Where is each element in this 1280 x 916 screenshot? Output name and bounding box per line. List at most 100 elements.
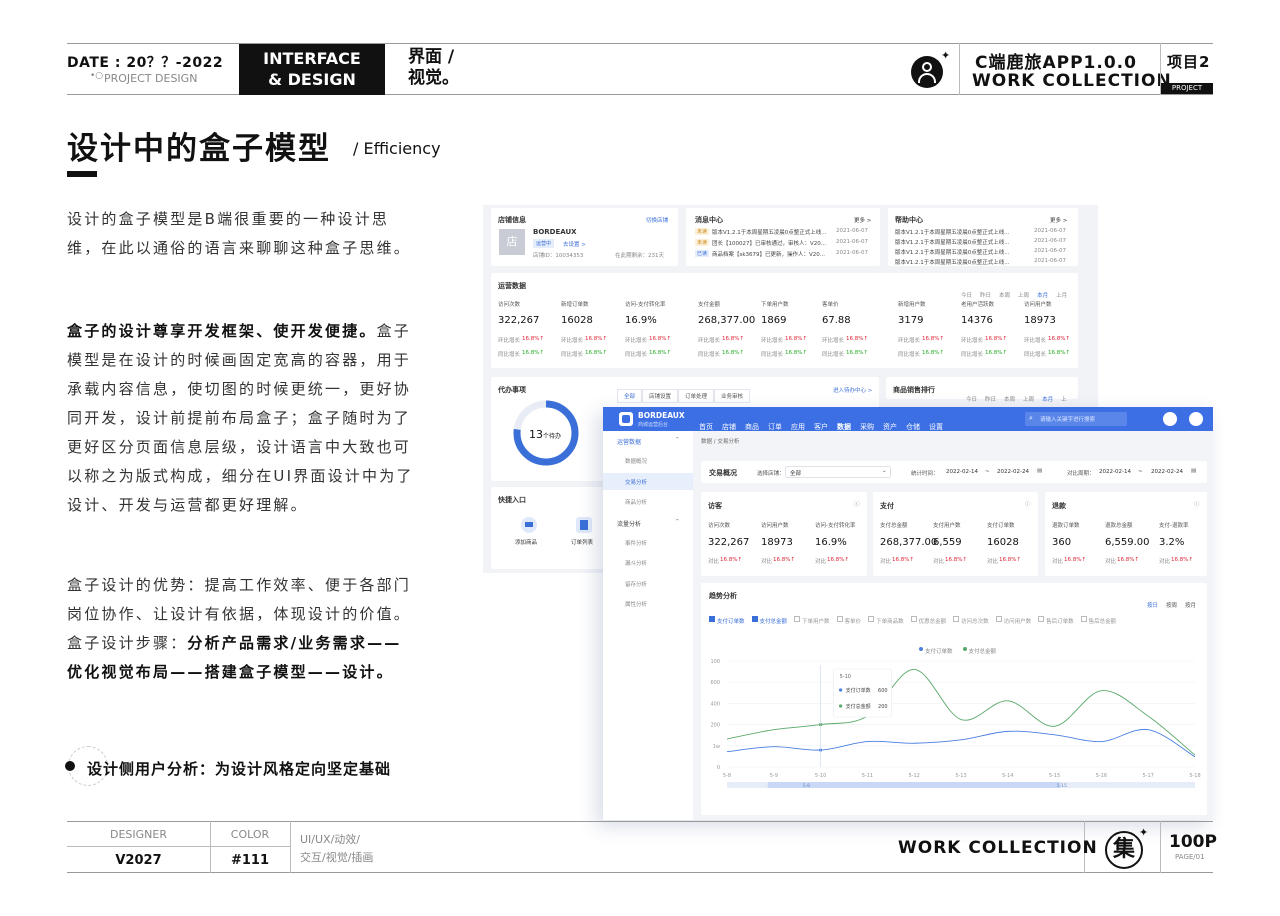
period-tab[interactable]: 本月 bbox=[1042, 397, 1053, 403]
quick-order-list[interactable]: 订单列表 bbox=[571, 538, 593, 546]
shop-select[interactable]: 全部 ⌄ bbox=[785, 466, 891, 478]
trend-period-tab[interactable]: 按日 bbox=[1147, 603, 1158, 609]
nav-item[interactable]: 客户 bbox=[814, 423, 828, 431]
todo-tab[interactable]: 订单处理 bbox=[678, 389, 715, 403]
checkbox-icon[interactable] bbox=[868, 615, 875, 622]
metric-checkbox[interactable]: 支付总金额 bbox=[751, 608, 787, 627]
help-more-link[interactable]: 更多 > bbox=[1050, 216, 1067, 224]
metric-checkbox[interactable]: 下单用户数 bbox=[794, 608, 830, 627]
calendar-icon[interactable]: ▤ bbox=[1037, 468, 1042, 474]
checkbox-icon[interactable] bbox=[910, 615, 917, 622]
nav-item[interactable]: 商品 bbox=[745, 423, 759, 431]
compare-date-from[interactable]: 2022-02-14 bbox=[1099, 469, 1131, 475]
nav-item[interactable]: 店铺 bbox=[722, 423, 736, 431]
help-text[interactable]: 版本V1.2.1于本周星期五凌晨0点整正式上线... bbox=[895, 228, 1010, 236]
metric-compare-pct: 16.8%↑ bbox=[1117, 557, 1140, 563]
metric-checkbox[interactable]: 访问用户数 bbox=[995, 608, 1031, 627]
checkbox-icon[interactable] bbox=[953, 615, 960, 622]
metric-checkbox[interactable]: 支付订单数 bbox=[709, 608, 745, 627]
message-text[interactable]: 团长【100027】已审核通过，审核人：V20... bbox=[712, 239, 826, 247]
side-group-title[interactable]: 运营数据 bbox=[617, 437, 641, 446]
help-text[interactable]: 版本V1.2.1于本周星期五凌晨0点整正式上线... bbox=[895, 258, 1010, 266]
metric-value: 16.9% bbox=[815, 537, 847, 548]
todo-tab[interactable]: 店铺设置 bbox=[642, 389, 679, 403]
metric-box: 退款 ⓘ 退款订单数 360 对比 16.8%↑ 退款总金额 6,559.00 对比 16.8%↑… bbox=[1045, 492, 1207, 576]
y-tick-label: 400 bbox=[710, 701, 720, 707]
message-more-link[interactable]: 更多 > bbox=[854, 216, 871, 224]
todo-tab[interactable]: 业务审核 bbox=[714, 389, 751, 403]
metric-checkbox[interactable]: 售后订单数 bbox=[1038, 608, 1074, 627]
metric-value: 16028 bbox=[561, 315, 593, 326]
nav-item[interactable]: 采购 bbox=[860, 423, 874, 431]
metric-checkbox[interactable]: 客单价 bbox=[836, 608, 861, 627]
message-text[interactable]: 版本V1.2.1于本周星期五凌晨0点整正式上线... bbox=[712, 228, 827, 236]
checkbox-icon[interactable] bbox=[1080, 615, 1087, 622]
nav-item[interactable]: 仓储 bbox=[906, 423, 920, 431]
filter-time-label: 统计时间： bbox=[911, 471, 939, 477]
search-input[interactable]: ⌕ 请输入关键字进行搜索 bbox=[1025, 412, 1127, 426]
trend-period-tab[interactable]: 按周 bbox=[1166, 603, 1177, 609]
help-text[interactable]: 版本V1.2.1于本周星期五凌晨0点整正式上线... bbox=[895, 238, 1010, 246]
period-tab[interactable]: 本周 bbox=[999, 293, 1010, 299]
period-tab[interactable]: 今日 bbox=[961, 293, 972, 299]
period-tab[interactable]: 昨日 bbox=[985, 397, 996, 403]
side-item[interactable]: 数据概况 bbox=[625, 457, 647, 465]
nav-item[interactable]: 订单 bbox=[768, 423, 782, 431]
checkbox-icon[interactable] bbox=[836, 615, 843, 622]
checkbox-checked-icon[interactable] bbox=[709, 615, 715, 622]
shop-setting-link[interactable]: 去设置 > bbox=[563, 240, 586, 248]
help-text[interactable]: 版本V1.2.1于本周星期五凌晨0点整正式上线... bbox=[895, 248, 1010, 256]
interface-design-block: INTERFACE & DESIGN bbox=[239, 44, 385, 95]
todo-tab[interactable]: 全部 bbox=[617, 389, 643, 403]
info-icon[interactable]: ⓘ bbox=[1194, 500, 1200, 508]
side-item[interactable]: 事件分析 bbox=[625, 539, 647, 547]
period-tab[interactable]: 上周 bbox=[1023, 397, 1034, 403]
metric-checkbox[interactable]: 优惠总金额 bbox=[910, 608, 946, 627]
side-group-title[interactable]: 流量分析 bbox=[617, 519, 641, 528]
checkbox-icon[interactable] bbox=[995, 615, 1002, 622]
period-tab[interactable]: 本周 bbox=[1004, 397, 1015, 403]
switch-shop-link[interactable]: 切换店铺 bbox=[646, 216, 668, 224]
metric-yoy-label: 同比增长 bbox=[1024, 352, 1047, 358]
side-item[interactable]: 商品分析 bbox=[625, 498, 647, 506]
checkbox-icon[interactable] bbox=[1038, 615, 1045, 622]
message-icon[interactable] bbox=[1163, 412, 1177, 426]
metric-checkbox[interactable]: 售后总金额 bbox=[1080, 608, 1116, 627]
todo-center-link[interactable]: 进入待办中心 > bbox=[833, 386, 872, 394]
order-list-icon[interactable] bbox=[576, 517, 592, 533]
checkbox-checked-icon[interactable] bbox=[751, 615, 758, 622]
chevron-up-icon[interactable]: ⌃ bbox=[675, 519, 680, 525]
chevron-up-icon[interactable]: ⌃ bbox=[675, 437, 680, 443]
checkbox-icon[interactable] bbox=[794, 615, 801, 622]
time-date-to[interactable]: 2022-02-24 bbox=[997, 469, 1029, 475]
period-tab[interactable]: 上周 bbox=[1018, 293, 1029, 299]
quick-add-product[interactable]: 添加商品 bbox=[515, 538, 537, 546]
nav-item[interactable]: 设置 bbox=[929, 423, 943, 431]
period-tab[interactable]: 昨日 bbox=[980, 293, 991, 299]
quick-entry-card: 快捷入口 添加商品 订单列表 bbox=[491, 487, 603, 569]
side-item[interactable]: 漏斗分析 bbox=[625, 559, 647, 567]
trend-period-tab[interactable]: 按月 bbox=[1185, 603, 1196, 609]
nav-item[interactable]: 资产 bbox=[883, 423, 897, 431]
nav-item[interactable]: 应用 bbox=[791, 423, 805, 431]
metric-label: 新增订单数 bbox=[561, 302, 589, 308]
nav-item[interactable]: 数据 bbox=[837, 423, 851, 432]
metric-compare-label: 对比 bbox=[761, 559, 773, 565]
period-tab[interactable]: 本月 bbox=[1037, 293, 1048, 299]
info-icon[interactable]: ⓘ bbox=[854, 500, 860, 508]
calendar-icon[interactable]: ▤ bbox=[1191, 468, 1196, 474]
time-date-from[interactable]: 2022-02-14 bbox=[946, 469, 978, 475]
nav-item[interactable]: 首页 bbox=[699, 423, 713, 431]
side-item[interactable]: 留存分析 bbox=[625, 580, 647, 588]
info-icon[interactable]: ⓘ bbox=[1025, 500, 1031, 508]
side-item[interactable]: 交易分析 bbox=[625, 478, 647, 486]
metric-checkbox[interactable]: 下单商品数 bbox=[868, 608, 904, 627]
cart-icon[interactable] bbox=[521, 517, 537, 533]
avatar-icon[interactable] bbox=[1189, 412, 1203, 426]
message-text[interactable]: 商品档案【sk3679】已更新，操作人：V20... bbox=[712, 250, 825, 258]
period-tab[interactable]: 上月 bbox=[1056, 293, 1067, 299]
compare-date-to[interactable]: 2022-02-24 bbox=[1151, 469, 1183, 475]
side-item[interactable]: 属性分析 bbox=[625, 600, 647, 608]
period-tab[interactable]: 今日 bbox=[966, 397, 977, 403]
metric-checkbox[interactable]: 访问总次数 bbox=[953, 608, 989, 627]
